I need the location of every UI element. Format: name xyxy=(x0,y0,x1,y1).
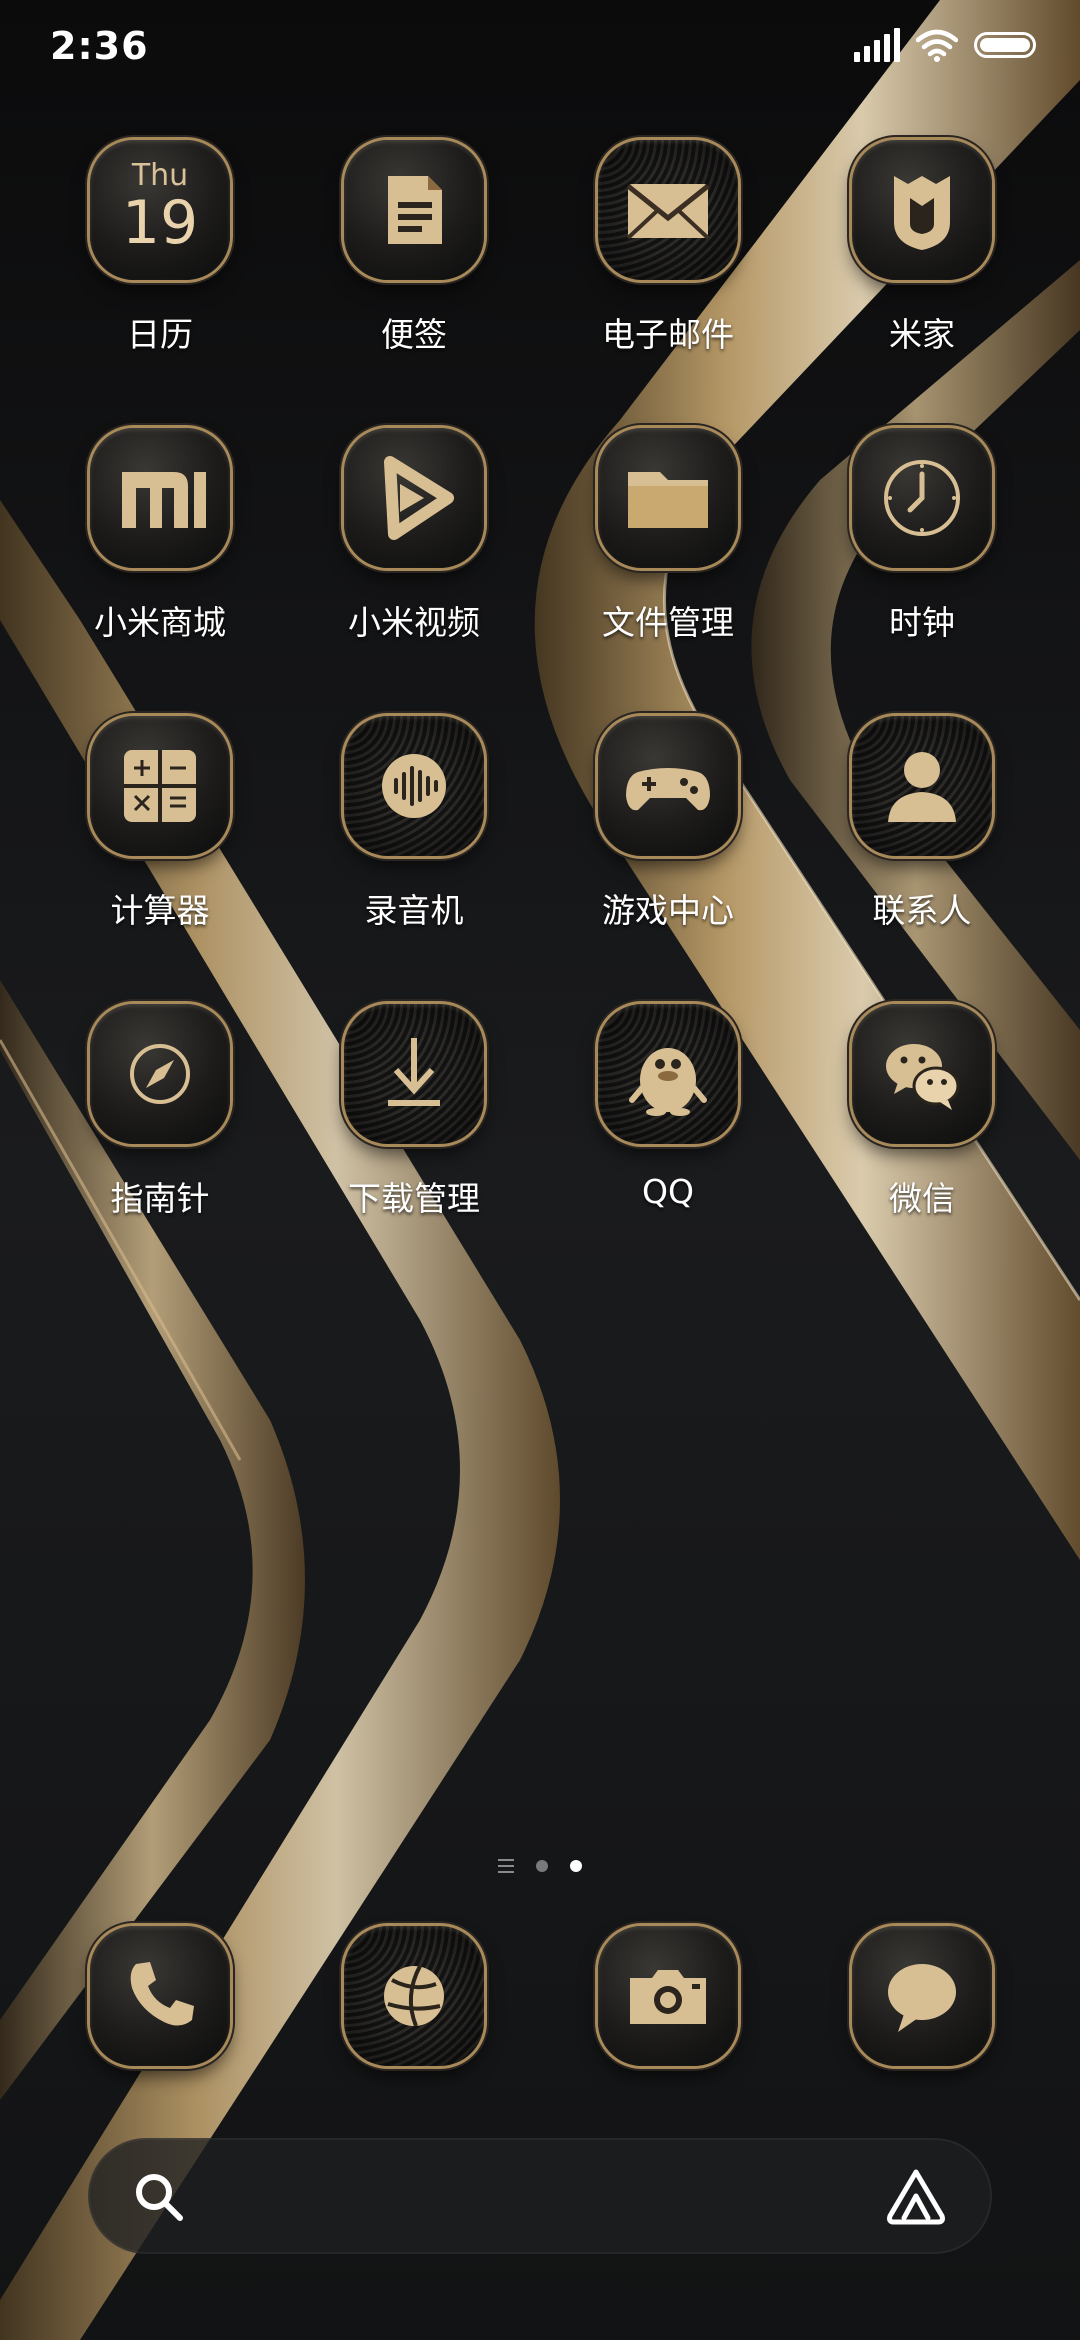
dock-messages[interactable] xyxy=(822,1926,1022,2156)
app-label: 时钟 xyxy=(889,603,955,642)
app-label: 文件管理 xyxy=(602,603,734,642)
app-contacts[interactable]: 联系人 xyxy=(822,716,1022,946)
mijia-icon xyxy=(852,140,992,280)
download-icon xyxy=(344,1004,484,1144)
app-clock[interactable]: 时钟 xyxy=(822,428,1022,658)
calendar-icon: Thu 19 xyxy=(90,140,230,280)
gamepad-icon xyxy=(598,716,738,856)
calculator-icon xyxy=(90,716,230,856)
wifi-icon xyxy=(916,29,958,62)
page-dot-2-active[interactable] xyxy=(570,1860,582,1872)
page-indicator[interactable] xyxy=(0,1856,1080,1876)
browser-icon xyxy=(344,1926,484,2066)
app-compass[interactable]: 指南针 xyxy=(60,1004,260,1234)
status-time: 2:36 xyxy=(50,24,149,68)
folder-icon xyxy=(598,428,738,568)
page-indicator-menu-icon[interactable] xyxy=(498,1859,514,1873)
app-mi-store[interactable]: 小米商城 xyxy=(60,428,260,658)
phone-icon xyxy=(90,1926,230,2066)
app-file-manager[interactable]: 文件管理 xyxy=(568,428,768,658)
email-icon xyxy=(598,140,738,280)
wechat-icon xyxy=(852,1004,992,1144)
app-mijia[interactable]: 米家 xyxy=(822,140,1022,370)
app-calendar[interactable]: Thu 19 日历 xyxy=(60,140,260,370)
app-qq[interactable]: QQ xyxy=(568,1004,768,1234)
dock xyxy=(0,1926,1080,2076)
messages-icon xyxy=(852,1926,992,2066)
contacts-icon xyxy=(852,716,992,856)
dock-browser[interactable] xyxy=(314,1926,514,2156)
app-label: 电子邮件 xyxy=(602,315,734,354)
clock-icon xyxy=(852,428,992,568)
recorder-icon xyxy=(344,716,484,856)
app-notes[interactable]: 便签 xyxy=(314,140,514,370)
app-label: 小米商城 xyxy=(94,603,226,642)
dock-camera[interactable] xyxy=(568,1926,768,2156)
app-wechat[interactable]: 微信 xyxy=(822,1004,1022,1234)
dock-phone[interactable] xyxy=(60,1926,260,2156)
camera-icon xyxy=(598,1926,738,2066)
qq-penguin-icon xyxy=(598,1004,738,1144)
calendar-date: 19 xyxy=(121,188,199,258)
app-label: 日历 xyxy=(127,315,193,354)
compass-icon xyxy=(90,1004,230,1144)
search-bar[interactable] xyxy=(88,2138,992,2254)
app-label: QQ xyxy=(642,1172,694,1211)
notes-icon xyxy=(344,140,484,280)
app-label: 微信 xyxy=(889,1179,955,1218)
app-label: 录音机 xyxy=(364,891,464,930)
app-recorder[interactable]: 录音机 xyxy=(314,716,514,946)
app-label: 联系人 xyxy=(872,891,972,930)
voice-assistant-icon[interactable] xyxy=(884,2166,948,2226)
app-game-center[interactable]: 游戏中心 xyxy=(568,716,768,946)
app-download-manager[interactable]: 下载管理 xyxy=(314,1004,514,1234)
cellular-signal-icon xyxy=(854,28,900,62)
app-video[interactable]: 小米视频 xyxy=(314,428,514,658)
app-label: 小米视频 xyxy=(348,603,480,642)
app-email[interactable]: 电子邮件 xyxy=(568,140,768,370)
app-label: 米家 xyxy=(889,315,955,354)
video-icon xyxy=(344,428,484,568)
status-bar: 2:36 xyxy=(0,0,1080,100)
battery-icon xyxy=(974,32,1036,58)
app-label: 计算器 xyxy=(110,891,210,930)
app-label: 指南针 xyxy=(110,1179,210,1218)
app-label: 下载管理 xyxy=(348,1179,480,1218)
app-label: 游戏中心 xyxy=(602,891,734,930)
app-label: 便签 xyxy=(381,315,447,354)
mi-store-icon xyxy=(90,428,230,568)
status-icons xyxy=(854,28,1036,62)
search-icon[interactable] xyxy=(132,2170,186,2224)
page-dot-1[interactable] xyxy=(536,1860,548,1872)
app-calculator[interactable]: 计算器 xyxy=(60,716,260,946)
